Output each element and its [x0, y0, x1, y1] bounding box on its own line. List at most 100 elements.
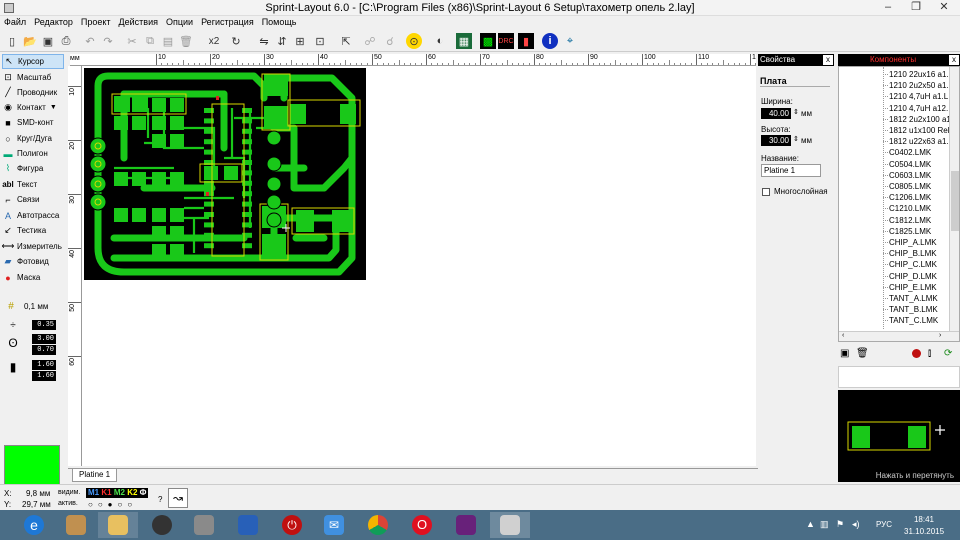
- app-blue-icon[interactable]: [228, 512, 268, 538]
- ie-icon[interactable]: e: [14, 512, 54, 538]
- track-mode-icon[interactable]: ↝: [168, 488, 188, 508]
- lock-icon[interactable]: ☍: [362, 33, 378, 49]
- component-item[interactable]: 1210 22uх16 a1.: [889, 69, 949, 80]
- menu-options[interactable]: Опции: [162, 16, 197, 27]
- tool-smd[interactable]: ■ SMD-конт: [2, 115, 64, 130]
- component-item[interactable]: 1210 2u2x50 a1.: [889, 80, 949, 91]
- height-stepper[interactable]: ⇕: [793, 135, 799, 143]
- pad-outer-value[interactable]: 3.00: [32, 334, 56, 344]
- chrome-icon[interactable]: [358, 512, 398, 538]
- undo-icon[interactable]: ↶: [82, 33, 98, 49]
- component-tree[interactable]: 1210 22uх16 a1. 1210 2u2x50 a1. 1210 4,7uН…: [838, 66, 960, 342]
- drc-check-icon[interactable]: DRC: [498, 33, 514, 49]
- smd-width-value[interactable]: 1.60: [32, 360, 56, 370]
- horizontal-scrollbar[interactable]: ‹ ›: [839, 331, 959, 341]
- width-stepper[interactable]: ⇕: [793, 108, 799, 116]
- active-layer-radios[interactable]: ○○●○○: [88, 500, 137, 509]
- close-icon[interactable]: x: [949, 55, 959, 65]
- save-icon[interactable]: ▣: [40, 33, 56, 49]
- track-width-value[interactable]: 0.35: [32, 320, 56, 330]
- mirror-h-icon[interactable]: ⇋: [256, 33, 272, 49]
- mirror-v-icon[interactable]: ⇵: [274, 33, 290, 49]
- clock-time[interactable]: 18:41: [904, 515, 944, 524]
- component-item[interactable]: C1206.LMK: [889, 192, 931, 203]
- tool-circle[interactable]: ○ Круг/Дуга: [2, 131, 64, 146]
- menu-file[interactable]: Файл: [0, 16, 30, 27]
- opera-icon[interactable]: O: [402, 512, 442, 538]
- layer-k2[interactable]: K2: [127, 488, 137, 497]
- save-icon[interactable]: ▣: [840, 348, 849, 359]
- media-icon[interactable]: [56, 512, 96, 538]
- menu-help[interactable]: Помощь: [258, 16, 301, 27]
- duplicate-x2-button[interactable]: x2: [204, 33, 224, 49]
- open-icon[interactable]: 📂: [22, 33, 38, 49]
- width-input[interactable]: 40.00: [761, 108, 791, 119]
- sprint-layout-icon[interactable]: [490, 512, 530, 538]
- clock-date[interactable]: 31.10.2015: [904, 527, 944, 536]
- new-icon[interactable]: ▯: [4, 33, 20, 49]
- zoom-fit-icon[interactable]: ⊙: [406, 33, 422, 49]
- group-icon[interactable]: ⊡: [312, 33, 328, 49]
- drc-icon[interactable]: ▩: [480, 33, 496, 49]
- layer-m2[interactable]: M2: [114, 488, 125, 497]
- component-item[interactable]: C1210.LMK: [889, 203, 931, 214]
- tool-track[interactable]: ╱ Проводник: [2, 85, 64, 100]
- snap-icon[interactable]: ⇱: [338, 33, 354, 49]
- paste-icon[interactable]: ▤: [160, 33, 176, 49]
- speaker-icon[interactable]: [142, 512, 182, 538]
- align-icon[interactable]: ⊞: [292, 33, 308, 49]
- component-item[interactable]: 1210 4,7uН a1.L: [889, 91, 948, 102]
- help-icon[interactable]: ?: [158, 495, 162, 504]
- component-item[interactable]: C1812.LMK: [889, 215, 931, 226]
- unlock-icon[interactable]: ☌: [382, 33, 398, 49]
- crosshair-icon[interactable]: ⌖: [562, 33, 578, 49]
- cut-icon[interactable]: ✂: [124, 33, 140, 49]
- height-input[interactable]: 30.00: [761, 135, 791, 146]
- component-item[interactable]: TANT_C.LMK: [889, 315, 938, 326]
- record-icon[interactable]: [912, 349, 921, 358]
- component-item[interactable]: TANT_A.LMK: [889, 293, 938, 304]
- layer-k1[interactable]: K1: [101, 488, 111, 497]
- autoroute-icon[interactable]: ▦: [456, 33, 472, 49]
- tool-shape[interactable]: ⌇ Фигура: [2, 161, 64, 176]
- grid-icon[interactable]: #: [4, 298, 18, 314]
- language-indicator[interactable]: РУС: [876, 520, 892, 529]
- scroll-right-icon[interactable]: ›: [939, 332, 941, 339]
- redo-icon[interactable]: ↷: [100, 33, 116, 49]
- rotate-icon[interactable]: ↻: [228, 33, 244, 49]
- menu-edit[interactable]: Редактор: [30, 16, 77, 27]
- smd-height-value[interactable]: 1.60: [32, 371, 56, 381]
- visual-studio-icon[interactable]: [446, 512, 486, 538]
- delete-icon[interactable]: 🗑: [178, 33, 194, 49]
- component-item[interactable]: CHIP_A.LMK: [889, 237, 937, 248]
- minimize-button[interactable]: ‒: [874, 0, 902, 16]
- current-layer-color[interactable]: [4, 445, 60, 487]
- component-item[interactable]: C0504.LMK: [889, 159, 931, 170]
- layer-m1[interactable]: M1: [88, 488, 99, 497]
- tray-arrow-icon[interactable]: ▲: [806, 519, 815, 529]
- tool-mask[interactable]: ● Маска: [2, 270, 64, 285]
- tools-icon[interactable]: [184, 512, 224, 538]
- close-icon[interactable]: x: [823, 55, 833, 65]
- info-icon[interactable]: i: [542, 33, 558, 49]
- pcb-icon[interactable]: ▮: [518, 33, 534, 49]
- tool-cursor[interactable]: ↖ Курсор: [2, 54, 64, 69]
- tool-text[interactable]: abl Текст: [2, 177, 64, 192]
- vertical-scrollbar[interactable]: [949, 67, 959, 331]
- component-item[interactable]: CHIP_B.LMK: [889, 248, 937, 259]
- volume-icon[interactable]: ◂): [852, 519, 860, 530]
- multilayer-checkbox[interactable]: [762, 188, 770, 196]
- close-button[interactable]: ✕: [930, 0, 958, 16]
- component-item[interactable]: C0603.LMK: [889, 170, 931, 181]
- pcb-board[interactable]: [84, 68, 366, 280]
- tool-autoroute[interactable]: A Автотрасса: [2, 208, 64, 223]
- component-item[interactable]: C0402.LMK: [889, 147, 931, 158]
- tool-measure[interactable]: ⟷ Измеритель: [2, 239, 64, 254]
- tool-photoview[interactable]: ▰ Фотовид: [2, 254, 64, 269]
- menu-registration[interactable]: Регистрация: [197, 16, 258, 27]
- component-item[interactable]: TANT_B.LMK: [889, 304, 938, 315]
- tool-test[interactable]: ↙ Тестика: [2, 223, 64, 238]
- contrast-icon[interactable]: ◐: [432, 33, 448, 49]
- menu-project[interactable]: Проект: [77, 16, 115, 27]
- tool-pad[interactable]: ◉ Контакт ▼: [2, 100, 64, 115]
